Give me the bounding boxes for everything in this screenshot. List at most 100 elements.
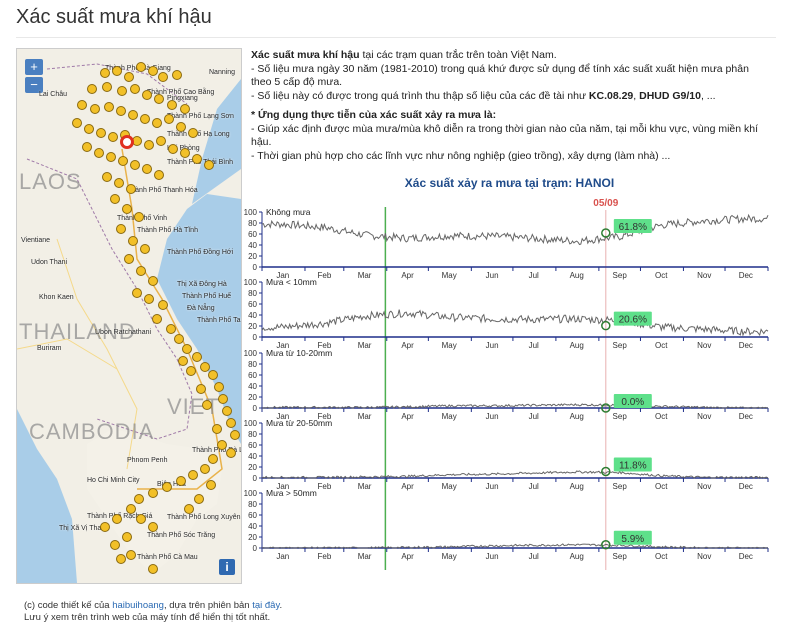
value-label: 5.9%: [621, 534, 644, 545]
y-tick-label: 60: [248, 371, 257, 380]
y-tick-label: 60: [248, 441, 257, 450]
x-tick-label: May: [442, 482, 457, 491]
x-tick-label: Feb: [317, 482, 331, 491]
x-tick-label: Sep: [613, 412, 628, 421]
x-tick-label: Nov: [697, 552, 711, 561]
y-tick-label: 80: [248, 219, 257, 228]
x-tick-label: Jun: [486, 341, 499, 350]
x-tick-label: Oct: [655, 271, 668, 280]
y-tick-label: 0: [253, 544, 258, 553]
author-link[interactable]: haibuihoang: [112, 600, 164, 611]
x-tick-label: Mar: [358, 271, 372, 280]
x-tick-label: Jul: [529, 341, 539, 350]
y-tick-label: 60: [248, 511, 257, 520]
x-tick-label: May: [442, 552, 457, 561]
x-tick-label: Jun: [486, 412, 499, 421]
x-tick-label: Jan: [276, 552, 289, 561]
x-tick-label: Sep: [613, 552, 628, 561]
x-tick-label: Sep: [613, 271, 628, 280]
y-tick-label: 20: [248, 393, 257, 402]
x-tick-label: Dec: [739, 271, 753, 280]
y-tick-label: 20: [248, 463, 257, 472]
x-tick-label: Feb: [317, 552, 331, 561]
y-tick-label: 100: [244, 489, 258, 498]
y-tick-label: 0: [253, 474, 258, 483]
footer-credit: (c) code thiết kế của haibuihoang, dựa t…: [24, 600, 282, 612]
series-line: [261, 470, 769, 479]
panel-title: Mưa từ 20-50mm: [266, 418, 332, 428]
x-tick-label: Jun: [486, 271, 499, 280]
y-tick-label: 80: [248, 500, 257, 509]
y-tick-label: 40: [248, 522, 257, 531]
x-tick-label: Apr: [401, 482, 414, 491]
y-tick-label: 0: [253, 263, 258, 272]
y-tick-label: 60: [248, 230, 257, 239]
x-tick-label: Nov: [697, 341, 711, 350]
y-tick-label: 100: [244, 419, 258, 428]
value-label: 0.0%: [621, 397, 644, 408]
y-tick-label: 60: [248, 300, 257, 309]
x-tick-label: Dec: [739, 412, 753, 421]
x-tick-label: Aug: [570, 341, 584, 350]
panel-title: Mưa từ 10-20mm: [266, 348, 332, 358]
x-tick-label: Oct: [655, 482, 668, 491]
x-tick-label: Mar: [358, 552, 372, 561]
x-tick-label: Dec: [739, 341, 753, 350]
value-label: 61.8%: [619, 222, 647, 233]
value-label: 11.8%: [619, 461, 647, 472]
x-tick-label: Jul: [529, 552, 539, 561]
x-tick-label: Feb: [317, 271, 331, 280]
x-tick-label: Apr: [401, 341, 414, 350]
x-tick-label: Nov: [697, 482, 711, 491]
x-tick-label: Jul: [529, 412, 539, 421]
x-tick-label: Nov: [697, 412, 711, 421]
y-tick-label: 40: [248, 382, 257, 391]
x-tick-label: Sep: [613, 482, 628, 491]
x-tick-label: Mar: [358, 412, 372, 421]
x-tick-label: Apr: [401, 271, 414, 280]
x-tick-label: May: [442, 271, 457, 280]
panel-title: Mưa > 50mm: [266, 488, 317, 498]
y-tick-label: 0: [253, 404, 258, 413]
x-tick-label: May: [442, 341, 457, 350]
x-tick-label: Oct: [655, 412, 668, 421]
x-tick-label: Jul: [529, 482, 539, 491]
x-tick-label: Dec: [739, 552, 753, 561]
footer-credit-end: .: [279, 600, 283, 611]
series-line: [261, 213, 769, 246]
x-tick-label: Sep: [613, 341, 628, 350]
panel-title: Mưa < 10mm: [266, 277, 317, 287]
x-tick-label: Mar: [358, 482, 372, 491]
y-tick-label: 0: [253, 333, 258, 342]
x-tick-label: Apr: [401, 412, 414, 421]
y-tick-label: 80: [248, 360, 257, 369]
x-tick-label: Jul: [529, 271, 539, 280]
rain-probability-charts[interactable]: 05/09 0 20 40 60 80 100 Jan Feb Mar Apr May Jun Jul Au…: [0, 0, 787, 632]
x-tick-label: Aug: [570, 552, 584, 561]
x-tick-label: Oct: [655, 552, 668, 561]
footer: (c) code thiết kế của haibuihoang, dựa t…: [24, 600, 282, 624]
footer-credit-prefix: (c) code thiết kế của: [24, 600, 113, 611]
original-version-link[interactable]: tại đây: [252, 600, 279, 611]
x-tick-label: Aug: [570, 412, 584, 421]
y-tick-label: 80: [248, 430, 257, 439]
x-tick-label: Jun: [486, 552, 499, 561]
x-tick-label: Mar: [358, 341, 372, 350]
y-tick-label: 40: [248, 452, 257, 461]
y-tick-label: 20: [248, 252, 257, 261]
panel-title: Không mưa: [266, 207, 311, 217]
y-tick-label: 40: [248, 241, 257, 250]
x-tick-label: May: [442, 412, 457, 421]
x-tick-label: Jun: [486, 482, 499, 491]
footer-note: Lưu ý xem trên trình web của máy tính để…: [24, 612, 271, 623]
y-tick-label: 100: [244, 349, 258, 358]
x-tick-label: Aug: [570, 271, 584, 280]
y-tick-label: 20: [248, 322, 257, 331]
y-tick-label: 100: [244, 278, 258, 287]
y-tick-label: 40: [248, 311, 257, 320]
y-tick-label: 100: [244, 208, 258, 217]
x-tick-label: Apr: [401, 552, 414, 561]
series-line: [261, 309, 769, 337]
value-label: 20.6%: [619, 315, 647, 326]
footer-credit-middle: , dựa trên phiên bản: [163, 600, 253, 611]
